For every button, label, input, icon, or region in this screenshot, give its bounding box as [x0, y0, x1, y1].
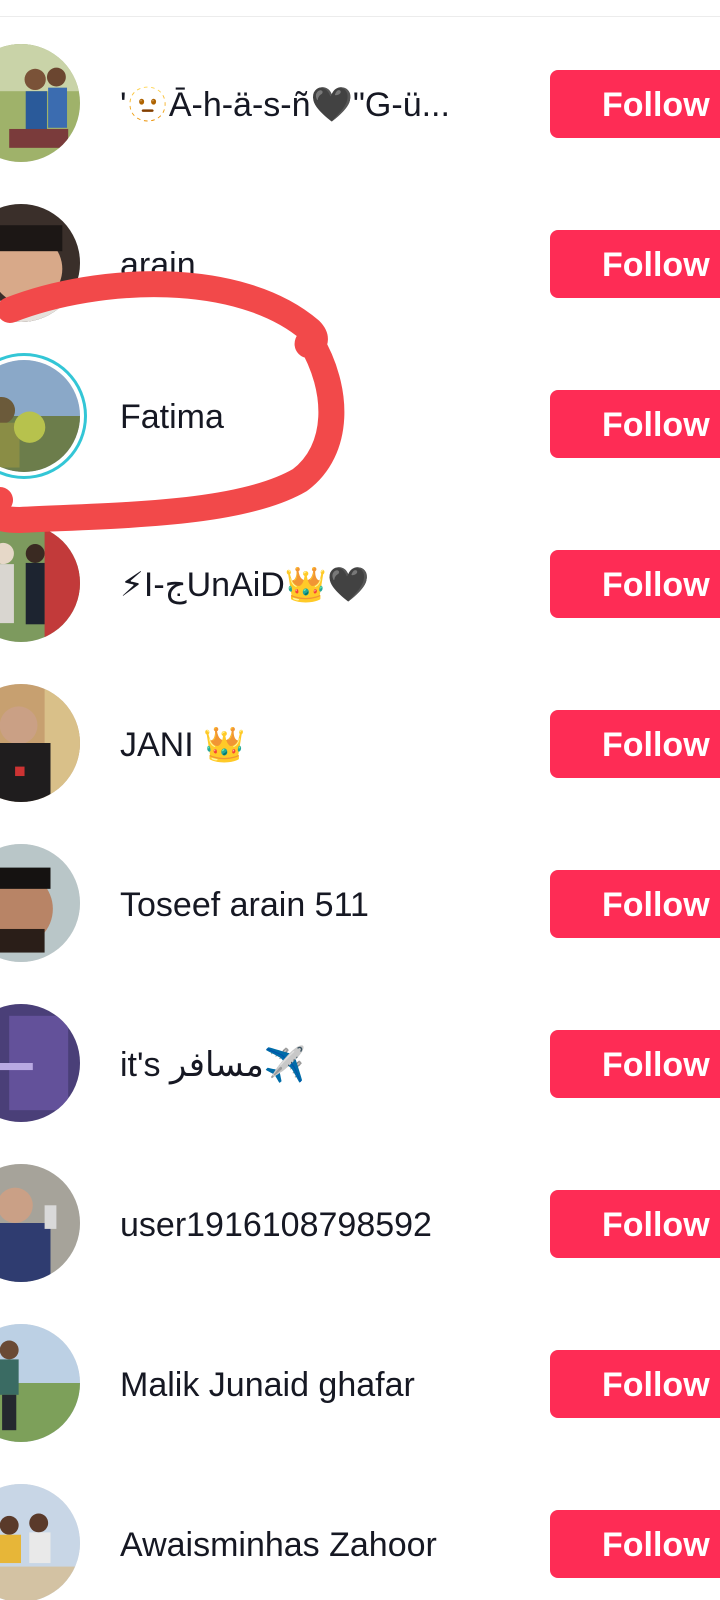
username[interactable]: it's مسافر✈️: [120, 1045, 306, 1085]
user-row[interactable]: arain Follow: [0, 184, 720, 344]
username[interactable]: ⚡I-جUnAiD👑🖤: [120, 565, 370, 605]
username[interactable]: arain: [120, 245, 196, 285]
user-avatar[interactable]: [0, 1164, 80, 1282]
user-avatar[interactable]: [0, 524, 80, 642]
user-row[interactable]: Awaisminhas Zahoor Follow: [0, 1464, 720, 1600]
follow-button[interactable]: Follow: [550, 1350, 720, 1418]
follow-button[interactable]: Follow: [550, 550, 720, 618]
username[interactable]: Toseef arain 511: [120, 885, 369, 925]
followers-list-screen: '🫥Ā-h-ä-s-ñ🖤"G-ü... Follow arain Follow …: [0, 0, 720, 1600]
follow-button[interactable]: Follow: [550, 710, 720, 778]
user-row[interactable]: Toseef arain 511 Follow: [0, 824, 720, 984]
username[interactable]: Awaisminhas Zahoor: [120, 1525, 437, 1565]
user-avatar[interactable]: [0, 204, 80, 322]
follow-button[interactable]: Follow: [550, 70, 720, 138]
follow-button[interactable]: Follow: [550, 1190, 720, 1258]
username[interactable]: JANI 👑: [120, 725, 245, 765]
username[interactable]: '🫥Ā-h-ä-s-ñ🖤"G-ü...: [120, 85, 450, 125]
follow-button[interactable]: Follow: [550, 1030, 720, 1098]
user-row[interactable]: Malik Junaid ghafar Follow: [0, 1304, 720, 1464]
user-avatar[interactable]: [0, 1004, 80, 1122]
follow-button[interactable]: Follow: [550, 230, 720, 298]
user-avatar[interactable]: [0, 684, 80, 802]
user-row[interactable]: JANI 👑 Follow: [0, 664, 720, 824]
username[interactable]: Malik Junaid ghafar: [120, 1365, 415, 1405]
follow-button[interactable]: Follow: [550, 390, 720, 458]
follow-button[interactable]: Follow: [550, 1510, 720, 1578]
top-divider: [0, 16, 720, 17]
user-avatar[interactable]: [0, 44, 80, 162]
username[interactable]: Fatima: [120, 397, 224, 437]
user-row[interactable]: it's مسافر✈️ Follow: [0, 984, 720, 1144]
user-row-highlighted[interactable]: Fatima Follow: [0, 344, 720, 504]
user-row[interactable]: '🫥Ā-h-ä-s-ñ🖤"G-ü... Follow: [0, 24, 720, 184]
user-row[interactable]: ⚡I-جUnAiD👑🖤 Follow: [0, 504, 720, 664]
user-avatar-with-story[interactable]: [0, 360, 80, 472]
follow-button[interactable]: Follow: [550, 870, 720, 938]
user-avatar[interactable]: [0, 844, 80, 962]
user-avatar[interactable]: [0, 1324, 80, 1442]
username[interactable]: user1916108798592: [120, 1205, 432, 1245]
user-row[interactable]: user1916108798592 Follow: [0, 1144, 720, 1304]
user-avatar[interactable]: [0, 1484, 80, 1600]
